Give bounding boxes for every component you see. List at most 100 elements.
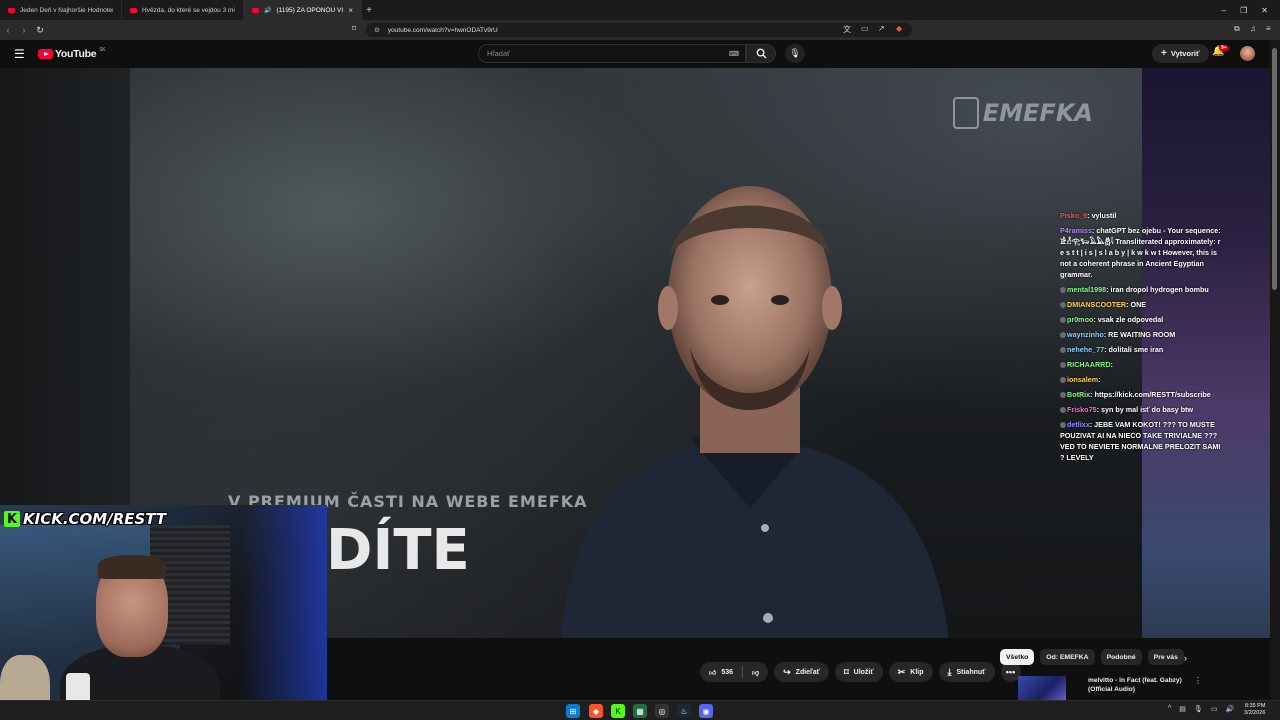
- recommended-thumbnail[interactable]: [1018, 676, 1066, 700]
- webcam-person-hair: [98, 555, 166, 579]
- recommendation-filter-chips: Všetko Od: EMEFKA Podobné Pre vás: [1000, 649, 1184, 665]
- chat-username: Pisko_9: [1060, 211, 1088, 220]
- chat-badge-icon: [1060, 287, 1066, 293]
- windows-start-icon[interactable]: ⊞: [566, 704, 580, 718]
- chevron-right-icon[interactable]: ›: [1184, 653, 1187, 663]
- close-window-button[interactable]: ✕: [1261, 6, 1268, 15]
- download-button[interactable]: ⤓ Stiahnuť: [938, 662, 995, 682]
- recommended-video[interactable]: melvitto - In Fact (feat. Gabzy) (Offici…: [1018, 674, 1186, 700]
- search-input[interactable]: Hľadať ⌨: [478, 44, 746, 63]
- chat-username: BotRix: [1067, 390, 1091, 399]
- tab-title: Hvězda, do které se vejdou 3 miliard: [142, 6, 235, 14]
- kick-logo-icon: K: [4, 511, 20, 527]
- chip-all[interactable]: Všetko: [1000, 649, 1035, 665]
- clock-time: 8:35 PM: [1244, 703, 1266, 709]
- new-tab-button[interactable]: +: [362, 5, 376, 16]
- translate-icon[interactable]: 文: [843, 24, 851, 35]
- save-button[interactable]: ⌑ Uložiť: [835, 662, 883, 682]
- create-button[interactable]: + Vytvoriť: [1152, 44, 1209, 63]
- browser-menu-icon[interactable]: ≡: [1266, 24, 1271, 33]
- chat-message: nehehe_77: dolitali sme iran: [1060, 344, 1225, 355]
- spreadsheet-app-icon[interactable]: ▦: [633, 704, 647, 718]
- site-info-icon[interactable]: ⚙: [374, 26, 380, 34]
- scissors-icon: ✂: [897, 666, 906, 677]
- chat-username: pr0moo: [1067, 315, 1094, 324]
- create-label: Vytvoriť: [1170, 49, 1200, 58]
- chat-username: ionsalem: [1067, 375, 1099, 384]
- cast-icon[interactable]: ▭: [861, 24, 869, 33]
- brave-browser-icon[interactable]: ◆: [589, 704, 603, 718]
- voice-search-button[interactable]: 🎙: [785, 44, 805, 63]
- search-button[interactable]: [746, 44, 776, 63]
- account-avatar[interactable]: [1240, 46, 1255, 61]
- recommended-title[interactable]: melvitto - In Fact (feat. Gabzy) (Offici…: [1088, 676, 1188, 694]
- share-page-icon[interactable]: ↗: [878, 24, 885, 33]
- browser-tab-active[interactable]: 🔊 (1195) ZA OPONOU VIRALITY ×: [244, 0, 362, 20]
- clip-label: Klip: [910, 668, 924, 676]
- back-icon[interactable]: ‹: [0, 25, 16, 35]
- microphone-tray-icon[interactable]: 🎙: [1194, 705, 1203, 713]
- discord-icon[interactable]: ◉: [699, 704, 713, 718]
- minimize-button[interactable]: –: [1222, 6, 1226, 15]
- chat-text: https://kick.com/RESTT/subscribe: [1094, 390, 1211, 399]
- brave-shield-icon[interactable]: ◆: [896, 24, 902, 33]
- download-icon: ⤓: [947, 666, 952, 677]
- extensions-icon[interactable]: ⧉: [1234, 24, 1240, 34]
- dislike-button[interactable]: 👎︎: [743, 662, 768, 682]
- chat-message: RICHAARRD:: [1060, 359, 1225, 370]
- thumbs-up-icon: 👍︎: [709, 669, 717, 677]
- chat-message: pr0moo: vsak zle odpovedal: [1060, 314, 1225, 325]
- url-field[interactable]: ⚙ youtube.com/watch?v=hwnODATv9rU: [366, 23, 912, 37]
- youtube-logo[interactable]: YouTube SK: [38, 47, 106, 60]
- obs-icon[interactable]: ◎: [655, 704, 669, 718]
- page-scrollbar[interactable]: [1270, 40, 1280, 700]
- browser-tab[interactable]: Hvězda, do které se vejdou 3 miliard: [122, 0, 244, 20]
- like-button[interactable]: 👍︎ 536: [700, 662, 742, 682]
- url-text: youtube.com/watch?v=hwnODATv9rU: [387, 26, 498, 34]
- chip-similar[interactable]: Podobné: [1100, 649, 1142, 665]
- chat-message: ionsalem:: [1060, 374, 1225, 385]
- maximize-button[interactable]: ❐: [1240, 6, 1247, 15]
- close-tab-icon[interactable]: ×: [348, 6, 353, 15]
- like-count: 536: [721, 668, 734, 676]
- steam-icon[interactable]: ♨: [677, 704, 691, 718]
- volume-icon[interactable]: 🔊: [1225, 705, 1234, 713]
- chat-text: dolitali sme iran: [1108, 345, 1164, 354]
- chat-username: RICHAARRD: [1067, 360, 1111, 369]
- chat-text: RE WAITING ROOM: [1108, 330, 1176, 339]
- display-icon[interactable]: ▭: [1211, 705, 1218, 713]
- notification-badge: 9+: [1219, 45, 1229, 51]
- chat-message: Pisko_9: vylustil: [1060, 211, 1117, 220]
- forward-icon[interactable]: ›: [16, 25, 32, 35]
- chip-for-you[interactable]: Pre vás: [1147, 649, 1184, 665]
- media-icon[interactable]: ♫: [1250, 24, 1256, 33]
- chat-message: BotRix: https://kick.com/RESTT/subscribe: [1060, 389, 1225, 400]
- streamer-webcam: [0, 505, 327, 720]
- browser-tab-bar: Jeden Deň v Najhoršie Hodnotenom Hvězda,…: [0, 0, 1280, 20]
- search-placeholder: Hľadať: [487, 49, 510, 58]
- more-vertical-icon[interactable]: ⋮: [1194, 676, 1202, 685]
- chat-badge-icon: [1060, 302, 1066, 308]
- chat-text: syn by mal isť do basy btw: [1100, 405, 1194, 414]
- kick-app-icon[interactable]: K: [611, 704, 625, 718]
- taskbar-clock[interactable]: 8:35 PM 3/2/2026: [1244, 703, 1265, 717]
- chat-text: iran dropol hydrogen bombu: [1110, 285, 1209, 294]
- scrollbar-thumb[interactable]: [1272, 48, 1277, 290]
- hamburger-menu-icon[interactable]: ☰: [14, 47, 25, 61]
- speaker-icon: 🔊: [264, 7, 272, 14]
- chip-from-channel[interactable]: Od: EMEFKA: [1040, 649, 1095, 665]
- network-icon[interactable]: ▤: [1179, 705, 1186, 713]
- clip-button[interactable]: ✂ Klip: [888, 662, 933, 682]
- tray-chevron-up-icon[interactable]: ^: [1168, 705, 1171, 713]
- reload-icon[interactable]: ↻: [32, 25, 48, 36]
- browser-tab[interactable]: Jeden Deň v Najhoršie Hodnotenom: [0, 0, 122, 20]
- bookmark-icon[interactable]: ⌑: [352, 24, 356, 33]
- video-caption-big: DÍTE: [326, 518, 470, 583]
- share-label: Zdieľať: [795, 668, 821, 676]
- youtube-play-logo-icon: [38, 49, 53, 59]
- share-button[interactable]: ↪ Zdieľať: [774, 662, 830, 682]
- keyboard-icon[interactable]: ⌨: [729, 50, 739, 58]
- address-bar: ‹ › ↻ ⌑ ⚙ youtube.com/watch?v=hwnODATv9r…: [0, 20, 1280, 40]
- microphone-icon: 🎙: [789, 48, 801, 58]
- plus-icon: +: [1161, 48, 1167, 59]
